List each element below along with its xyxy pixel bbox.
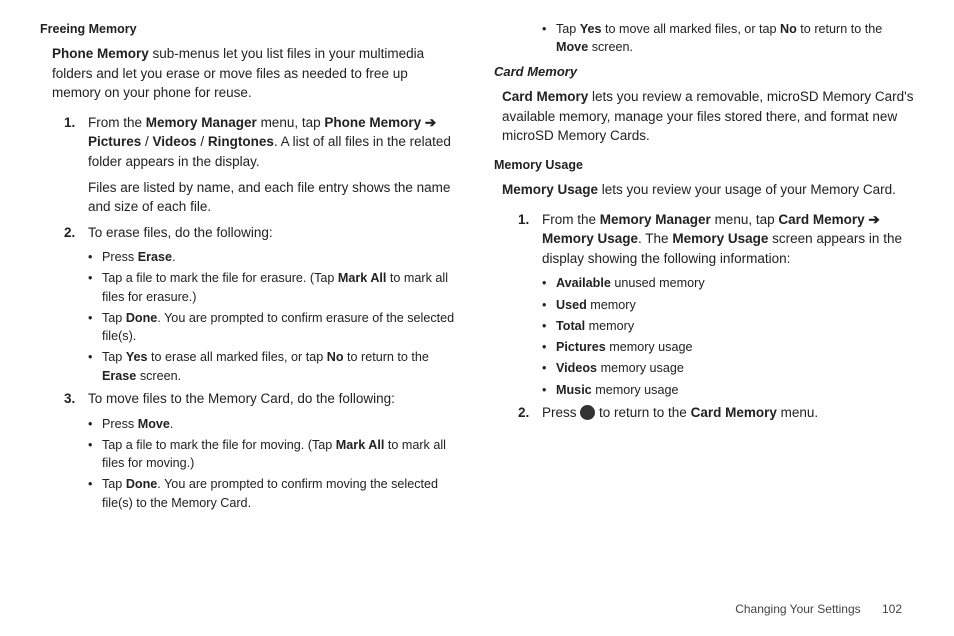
bullet-erase-press: •Press Erase.: [88, 248, 460, 266]
bullet-move-mark: •Tap a file to mark the file for moving.…: [88, 436, 460, 473]
memory-usage-intro: Memory Usage lets you review your usage …: [502, 180, 914, 200]
usage-step-2-text: Press to return to the Card Memory menu.: [542, 403, 914, 423]
bullet-erase-mark: •Tap a file to mark the file for erasure…: [88, 269, 460, 306]
bullet-move-press: •Press Move.: [88, 415, 460, 433]
usage-step-2: 2. Press to return to the Card Memory me…: [518, 403, 914, 423]
bullet-move-done: •Tap Done. You are prompted to confirm m…: [88, 475, 460, 512]
step-3: 3. To move files to the Memory Card, do …: [64, 389, 460, 409]
bullet-videos: •Videos memory usage: [542, 359, 914, 377]
bullet-erase-done: •Tap Done. You are prompted to confirm e…: [88, 309, 460, 346]
step-number: 1.: [64, 113, 88, 172]
bullet-music: •Music memory usage: [542, 381, 914, 399]
heading-memory-usage: Memory Usage: [494, 156, 914, 174]
step-number: 3.: [64, 389, 88, 409]
bullet-available: •Available unused memory: [542, 274, 914, 292]
step-2: 2. To erase files, do the following:: [64, 223, 460, 243]
phone-memory-label: Phone Memory: [52, 46, 149, 61]
page-footer: Changing Your Settings 102: [735, 601, 902, 618]
footer-page-number: 102: [882, 602, 902, 616]
step-1-continuation: Files are listed by name, and each file …: [88, 178, 460, 217]
step-1: 1. From the Memory Manager menu, tap Pho…: [64, 113, 460, 172]
step-number: 2.: [64, 223, 88, 243]
step-1-text: From the Memory Manager menu, tap Phone …: [88, 113, 460, 172]
step-number: 2.: [518, 403, 542, 423]
heading-freeing-memory: Freeing Memory: [40, 20, 460, 38]
bullet-used: •Used memory: [542, 296, 914, 314]
card-memory-intro: Card Memory lets you review a removable,…: [502, 87, 914, 146]
step-number: 1.: [518, 210, 542, 269]
page-columns: Freeing Memory Phone Memory sub-menus le…: [40, 20, 914, 515]
bullet-total: •Total memory: [542, 317, 914, 335]
usage-step-1-text: From the Memory Manager menu, tap Card M…: [542, 210, 914, 269]
step-2-text: To erase files, do the following:: [88, 223, 460, 243]
bullet-erase-yes: •Tap Yes to erase all marked files, or t…: [88, 348, 460, 385]
usage-step-1: 1. From the Memory Manager menu, tap Car…: [518, 210, 914, 269]
bullet-pictures: •Pictures memory usage: [542, 338, 914, 356]
heading-card-memory: Card Memory: [494, 63, 914, 82]
phone-memory-intro: Phone Memory sub-menus let you list file…: [52, 44, 460, 103]
footer-section: Changing Your Settings: [735, 602, 860, 616]
right-column: •Tap Yes to move all marked files, or ta…: [494, 20, 914, 515]
button-icon: [580, 405, 595, 420]
bullet-move-yes: •Tap Yes to move all marked files, or ta…: [542, 20, 914, 57]
step-3-text: To move files to the Memory Card, do the…: [88, 389, 460, 409]
left-column: Freeing Memory Phone Memory sub-menus le…: [40, 20, 460, 515]
